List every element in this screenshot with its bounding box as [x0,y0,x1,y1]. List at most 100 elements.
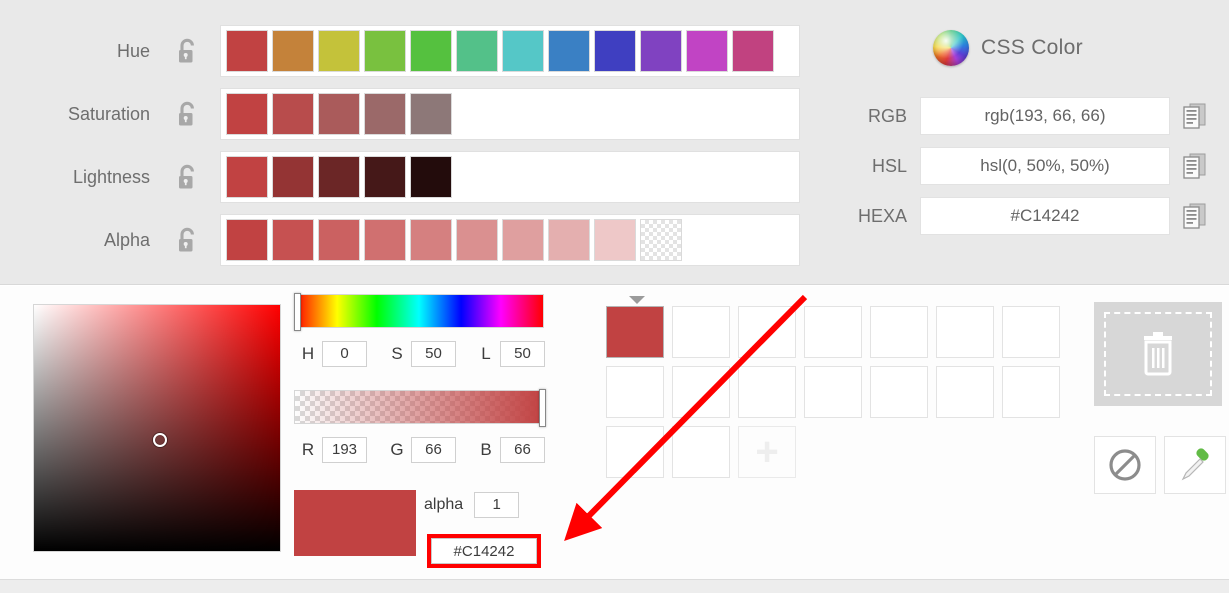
css-field-value[interactable]: hsl(0, 50%, 50%) [920,147,1170,185]
copy-icon[interactable] [1182,152,1208,180]
harmony-swatch[interactable] [410,219,452,261]
delete-dropzone[interactable] [1094,302,1222,406]
harmony-swatch[interactable] [548,30,590,72]
harmony-swatch[interactable] [226,219,268,261]
saved-swatch-empty[interactable] [804,306,862,358]
hsl-input-row: H 0 S 50 L 50 [294,340,545,368]
harmony-swatch[interactable] [732,30,774,72]
saved-swatch-empty[interactable] [804,366,862,418]
copy-button-hexa[interactable] [1182,202,1208,230]
saved-swatch-empty[interactable] [870,366,928,418]
harmony-row-lightness: Lightness [0,148,805,206]
saved-swatch-empty[interactable] [672,426,730,478]
delete-dropzone-border [1104,312,1212,396]
saved-swatch-empty[interactable] [606,426,664,478]
harmony-swatch[interactable] [502,219,544,261]
harmony-swatch[interactable] [686,30,728,72]
css-field-value[interactable]: rgb(193, 66, 66) [920,97,1170,135]
channel-input[interactable]: 0 [322,341,367,367]
copy-button-rgb[interactable] [1182,102,1208,130]
harmony-swatch[interactable] [364,30,406,72]
harmony-swatch[interactable] [640,219,682,261]
css-field-value[interactable]: #C14242 [920,197,1170,235]
channel-input[interactable]: 66 [500,437,545,463]
saved-swatch-empty[interactable] [606,366,664,418]
saved-swatch-empty[interactable] [936,366,994,418]
unlock-icon[interactable] [176,227,200,254]
harmony-swatch[interactable] [410,93,452,135]
unlock-icon[interactable] [176,38,200,65]
saved-swatch-empty[interactable] [738,366,796,418]
copy-button-hsl[interactable] [1182,152,1208,180]
hex-input-highlight: #C14242 [427,534,541,568]
saved-swatch-empty[interactable] [738,306,796,358]
unlock-icon[interactable] [176,101,200,128]
harmony-swatch[interactable] [226,93,268,135]
harmony-swatch[interactable] [226,156,268,198]
channel-input[interactable]: 193 [322,437,367,463]
harmony-swatch[interactable] [594,30,636,72]
add-swatch-button[interactable]: + [738,426,796,478]
hex-input[interactable]: #C14242 [431,538,537,564]
hue-slider-handle[interactable] [294,293,301,331]
alpha-slider[interactable] [294,389,546,427]
harmony-swatch[interactable] [318,219,360,261]
channel-input[interactable]: 50 [500,341,545,367]
alpha-input[interactable]: 1 [474,492,520,518]
harmony-swatch[interactable] [318,30,360,72]
harmony-swatch[interactable] [548,219,590,261]
lock-toggle-saturation[interactable] [176,101,200,127]
copy-icon[interactable] [1182,102,1208,130]
harmony-swatch[interactable] [318,93,360,135]
channel-label: L [481,344,491,363]
unlock-icon[interactable] [176,164,200,191]
saved-swatch-row: + [606,426,1076,478]
harmony-swatch[interactable] [226,30,268,72]
saved-swatch-empty[interactable] [1002,366,1060,418]
harmony-swatch[interactable] [364,93,406,135]
saved-swatch-empty[interactable] [672,306,730,358]
alpha-slider-handle[interactable] [539,389,546,427]
css-field-label: RGB [867,105,907,126]
harmony-swatch[interactable] [640,30,682,72]
harmony-swatch[interactable] [456,30,498,72]
eyedropper-button[interactable] [1164,436,1226,494]
color-wheel-icon [933,30,969,66]
no-color-button[interactable] [1094,436,1156,494]
harmony-swatch[interactable] [410,30,452,72]
lock-toggle-hue[interactable] [176,38,200,64]
harmony-swatch-strip [220,25,800,77]
saved-swatch-empty[interactable] [870,306,928,358]
harmony-swatch[interactable] [272,219,314,261]
harmony-swatch[interactable] [456,219,498,261]
saved-swatch-empty[interactable] [936,306,994,358]
harmony-row-label: Lightness [72,166,150,187]
lock-toggle-alpha[interactable] [176,227,200,253]
saved-swatch-selected[interactable] [606,296,664,358]
copy-icon[interactable] [1182,202,1208,230]
alpha-field-group: alpha 1 [424,492,520,518]
harmony-swatch[interactable] [272,30,314,72]
css-field-rgb: RGB rgb(193, 66, 66) [805,95,1229,137]
eyedropper-icon [1181,448,1209,481]
harmony-swatch[interactable] [410,156,452,198]
harmony-row-label: Alpha [103,229,150,250]
harmony-swatch[interactable] [364,156,406,198]
harmony-swatch[interactable] [272,156,314,198]
channel-input[interactable]: 50 [411,341,456,367]
saturation-value-square[interactable] [33,304,281,552]
footer-bar [0,579,1229,593]
harmony-swatch[interactable] [272,93,314,135]
saved-swatch-empty[interactable] [672,366,730,418]
hue-slider[interactable] [294,293,544,331]
css-field-label: HEXA [857,205,907,226]
saved-swatch-empty[interactable] [1002,306,1060,358]
harmony-swatch[interactable] [364,219,406,261]
harmony-swatch[interactable] [594,219,636,261]
sv-handle[interactable] [153,433,167,447]
harmony-swatch[interactable] [318,156,360,198]
lock-toggle-lightness[interactable] [176,164,200,190]
channel-input[interactable]: 66 [411,437,456,463]
harmony-swatch[interactable] [502,30,544,72]
css-color-picker-app: Hue Saturation Lightness Alpha CSS Color RG… [0,0,1229,593]
